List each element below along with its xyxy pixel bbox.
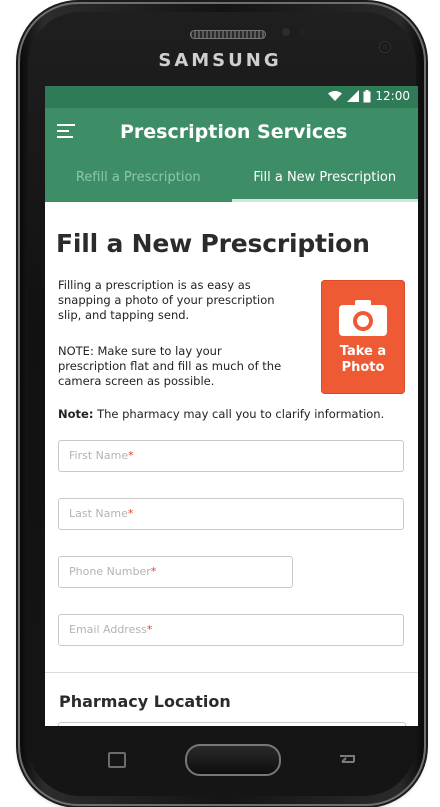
take-photo-button[interactable]: Take a Photo (321, 280, 405, 394)
page-title: Fill a New Prescription (56, 229, 370, 258)
camera-icon (339, 300, 387, 336)
intro-text: Filling a prescription is as easy as sna… (58, 278, 275, 322)
app-title: Prescription Services (120, 121, 348, 143)
battery-icon (363, 89, 371, 102)
recent-apps-key[interactable] (108, 752, 126, 768)
pharmacy-location-field[interactable] (58, 722, 406, 726)
pharmacy-location-title: Pharmacy Location (59, 692, 231, 711)
main-content: Fill a New Prescription Filling a prescr… (45, 202, 418, 726)
earpiece-speaker (190, 30, 266, 39)
status-icons: 12:00 (327, 89, 410, 103)
tab-refill-prescription[interactable]: Refill a Prescription (45, 156, 232, 202)
first-name-field[interactable]: First Name* (58, 440, 404, 472)
tab-fill-new-prescription[interactable]: Fill a New Prescription (231, 156, 419, 202)
phone-number-field[interactable]: Phone Number* (58, 556, 293, 588)
pharmacy-call-note: Note: The pharmacy may call you to clari… (58, 407, 385, 421)
menu-icon[interactable] (57, 124, 75, 140)
take-photo-label: Take a Photo (339, 344, 387, 375)
device-brand: SAMSUNG (158, 50, 282, 71)
back-icon[interactable] (336, 752, 356, 766)
status-bar: 12:00 (45, 86, 418, 108)
wifi-icon (328, 91, 343, 101)
home-button[interactable] (185, 744, 281, 776)
last-name-field[interactable]: Last Name* (58, 498, 404, 530)
tab-bar: Refill a Prescription Fill a New Prescri… (45, 156, 418, 202)
photo-note-text: NOTE: Make sure to lay your prescription… (58, 344, 282, 388)
proximity-sensor (280, 26, 292, 38)
signal-icon (347, 90, 360, 102)
status-time: 12:00 (375, 89, 410, 103)
light-sensor (298, 28, 306, 36)
section-divider (45, 672, 418, 673)
app-bar: Prescription Services (45, 108, 418, 156)
email-address-field[interactable]: Email Address* (58, 614, 404, 646)
phone-screen: 12:00 Prescription Services Refill a Pre… (45, 86, 418, 726)
